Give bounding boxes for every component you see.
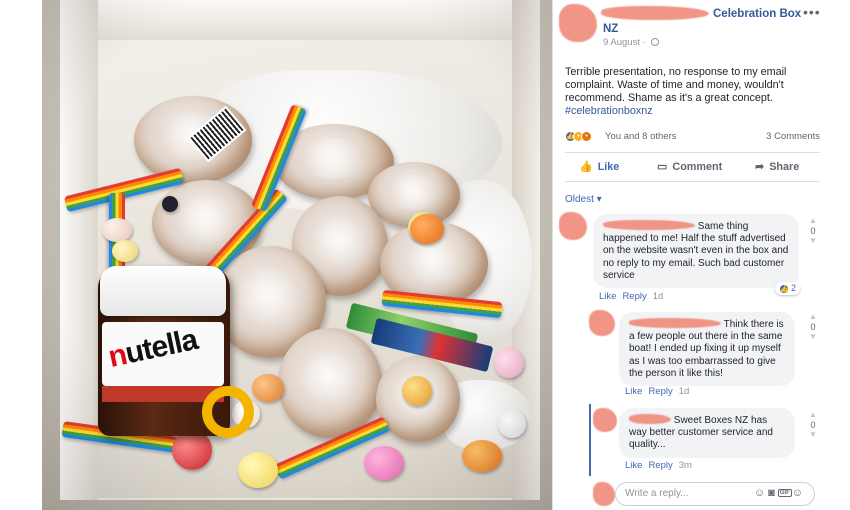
comment-like-link[interactable]: Like (625, 460, 642, 471)
comment-like-link[interactable]: Like (625, 386, 642, 397)
upvote-icon[interactable]: ▲ (806, 216, 820, 226)
candy (252, 374, 284, 402)
redacted-name (603, 220, 695, 230)
camera-icon[interactable]: ◙ (768, 487, 778, 499)
downvote-icon[interactable]: ▼ (806, 236, 820, 246)
donut (278, 328, 382, 438)
comment-votes[interactable]: ▲ 0 ▼ (806, 410, 820, 440)
reactions-label: You and 8 others (605, 131, 677, 142)
post-text: Terrible presentation, no response to my… (565, 66, 787, 104)
page-name-link[interactable]: Celebration Box NZ (603, 7, 803, 37)
candy (172, 430, 212, 470)
angry-reaction-icon: • (581, 131, 592, 142)
comment-sort-dropdown[interactable]: Oldest ▾ (565, 194, 602, 205)
reply-tools: ☺◙ GIF ☺ (754, 487, 806, 499)
comment-votes[interactable]: ▲ 0 ▼ (806, 216, 820, 246)
reply-input[interactable]: Write a reply... ☺◙ GIF ☺ (615, 482, 815, 506)
post-panel: Celebration Box NZ ••• 9 August · Terrib… (552, 0, 829, 510)
comment-reply-link[interactable]: Reply (622, 291, 646, 302)
emoji-icon[interactable]: ☺ (754, 487, 768, 499)
hashtag-link[interactable]: #celebrationboxnz (565, 105, 805, 118)
reaction-icons: 👍 • • (565, 130, 592, 142)
redacted-name (629, 414, 671, 424)
comment-bubble: Think there is a few people out there in… (619, 312, 795, 387)
comment-text: Same thing happened to me! Half the stuf… (603, 221, 789, 281)
comment-actions: Like Reply 3m (625, 460, 692, 471)
sticker-icon[interactable]: ☺ (792, 487, 806, 499)
jar-lid (100, 266, 226, 316)
candy (112, 240, 138, 262)
comments-count[interactable]: 3 Comments (766, 131, 820, 142)
gif-icon[interactable]: GIF (777, 489, 792, 497)
post-header: Celebration Box NZ ••• 9 August · (553, 0, 829, 52)
comment-like-count[interactable]: 👍 2 (775, 282, 801, 295)
post-timestamp[interactable]: 9 August · (603, 37, 660, 48)
candy (102, 218, 132, 242)
box-wall (60, 0, 540, 40)
post-action-bar: 👍 Like ▭ Comment ➦ Share (565, 152, 820, 182)
candy (402, 376, 432, 406)
candy (494, 348, 524, 378)
candy (238, 452, 278, 488)
upvote-icon[interactable]: ▲ (806, 410, 820, 420)
like-button[interactable]: 👍 Like (579, 153, 619, 181)
comment-reply-link[interactable]: Reply (648, 386, 672, 397)
redacted-name (629, 318, 721, 328)
more-options-icon[interactable]: ••• (803, 4, 821, 20)
comment-reply-link[interactable]: Reply (648, 460, 672, 471)
comment-button[interactable]: ▭ Comment (657, 153, 722, 181)
downvote-icon[interactable]: ▼ (806, 430, 820, 440)
post-body: Terrible presentation, no response to my… (565, 66, 805, 118)
comment-bubble: Same thing happened to me! Half the stuf… (593, 214, 799, 289)
comment-actions: Like Reply 1d (599, 291, 663, 302)
globe-icon (651, 38, 660, 46)
reactions-summary[interactable]: 👍 • • You and 8 others 3 Comments (565, 130, 820, 144)
comment-icon: ▭ (657, 161, 668, 173)
post-photo[interactable]: nutella (42, 0, 552, 510)
comment-bubble: Sweet Boxes NZ has way better customer s… (619, 408, 795, 458)
redacted-avatar (589, 310, 615, 336)
comment-votes[interactable]: ▲ 0 ▼ (806, 312, 820, 342)
comment-time[interactable]: 3m (679, 460, 692, 471)
reply-placeholder: Write a reply... (625, 488, 689, 499)
candy (410, 214, 444, 244)
redacted-avatar (559, 4, 597, 42)
candy (364, 446, 404, 480)
redacted-avatar (559, 212, 587, 240)
comment-time[interactable]: 1d (679, 386, 690, 397)
reply-thread-line (589, 404, 591, 476)
comment-actions: Like Reply 1d (625, 386, 689, 397)
like-reaction-icon: 👍 (779, 284, 789, 294)
share-button[interactable]: ➦ Share (755, 153, 799, 181)
candy (498, 410, 526, 438)
redacted-avatar (593, 408, 617, 432)
share-icon: ➦ (755, 161, 765, 173)
upvote-icon[interactable]: ▲ (806, 312, 820, 322)
thumbs-up-icon: 👍 (579, 161, 593, 173)
comment-like-link[interactable]: Like (599, 291, 616, 302)
comment-text: Think there is a few people out there in… (629, 319, 784, 379)
candy-ring (202, 386, 254, 438)
comment-time[interactable]: 1d (653, 291, 664, 302)
candy (462, 440, 502, 472)
candy (162, 196, 178, 212)
redacted-avatar (593, 482, 615, 506)
downvote-icon[interactable]: ▼ (806, 332, 820, 342)
